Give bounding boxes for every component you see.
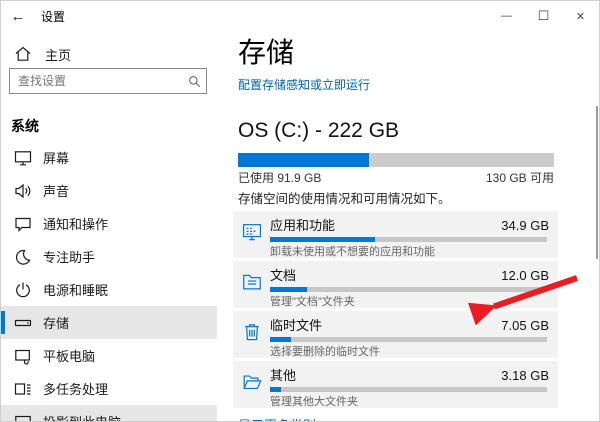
sidebar-item-display[interactable]: 屏幕: [1, 141, 217, 174]
category-size: 12.0 GB: [501, 268, 549, 283]
category-desc: 选择要删除的临时文件: [270, 346, 549, 359]
used-label: 已使用 91.9 GB: [238, 170, 321, 186]
project-icon: [13, 412, 33, 422]
category-bar-fill: [270, 337, 291, 342]
maximize-button[interactable]: ☐: [525, 1, 562, 31]
page-title: 存储: [238, 35, 599, 71]
multitask-icon: [13, 379, 33, 399]
category-row-temp-files[interactable]: 临时文件 7.05 GB 选择要删除的临时文件: [233, 311, 558, 358]
sidebar-item-label: 多任务处理: [43, 379, 108, 398]
sidebar-item-label: 存储: [43, 313, 69, 332]
sidebar: 主页 系统 屏幕 声音: [1, 31, 217, 421]
drive-usage-bar: [238, 153, 554, 167]
category-list: 应用和功能 34.9 GB 卸载未使用或不想要的应用和功能 文档 12.0 GB: [233, 211, 558, 408]
documents-folder-icon: [241, 271, 263, 293]
minimize-button[interactable]: —: [488, 1, 525, 31]
drive-usage-fill: [238, 153, 369, 167]
category-bar: [270, 337, 547, 342]
sidebar-item-multitasking[interactable]: 多任务处理: [1, 372, 217, 405]
search-icon[interactable]: [182, 74, 206, 89]
sidebar-item-sound[interactable]: 声音: [1, 174, 217, 207]
settings-window: ← 设置 — ☐ ✕ 主页 系统: [0, 0, 600, 422]
category-bar: [270, 237, 547, 242]
back-button[interactable]: ←: [1, 1, 35, 31]
category-bar-fill: [270, 237, 375, 242]
sidebar-item-label: 专注助手: [43, 247, 95, 266]
category-bar-fill: [270, 287, 307, 292]
display-icon: [13, 148, 33, 168]
open-folder-icon: [241, 371, 263, 393]
vertical-scrollbar[interactable]: [596, 106, 598, 259]
drive-title: OS (C:) - 222 GB: [238, 118, 599, 144]
usage-description: 存储空间的使用情况和可用情况如下。: [238, 191, 599, 207]
category-name: 其他: [270, 368, 296, 383]
category-bar-fill: [270, 387, 281, 392]
sidebar-item-storage[interactable]: 存储: [1, 306, 217, 339]
notifications-icon: [13, 214, 33, 234]
caption-buttons: — ☐ ✕: [488, 1, 599, 31]
sidebar-item-label: 电源和睡眠: [43, 280, 108, 299]
drive-usage-labels: 已使用 91.9 GB 130 GB 可用: [238, 170, 554, 186]
category-desc: 卸载未使用或不想要的应用和功能: [270, 246, 549, 259]
category-size: 34.9 GB: [501, 218, 549, 233]
tablet-icon: [13, 346, 33, 366]
sidebar-item-label: 通知和操作: [43, 214, 108, 233]
search-box: [9, 68, 207, 94]
close-button[interactable]: ✕: [562, 1, 599, 31]
sidebar-nav: 屏幕 声音 通知和操作 专注助手: [1, 141, 217, 422]
category-row-other[interactable]: 其他 3.18 GB 管理其他大文件夹: [233, 361, 558, 408]
sidebar-section-system: 系统: [11, 116, 39, 136]
sidebar-item-label: 声音: [43, 181, 69, 200]
back-arrow-icon: ←: [11, 8, 26, 25]
sound-icon: [13, 181, 33, 201]
sidebar-item-focus-assist[interactable]: 专注助手: [1, 240, 217, 273]
sidebar-item-home[interactable]: 主页: [1, 39, 217, 69]
sidebar-item-label: 投影到此电脑: [43, 412, 121, 422]
minimize-icon: —: [501, 10, 512, 22]
free-label: 130 GB 可用: [486, 170, 554, 186]
category-bar: [270, 387, 547, 392]
category-bar: [270, 287, 547, 292]
sidebar-item-power-sleep[interactable]: 电源和睡眠: [1, 273, 217, 306]
sidebar-item-notifications[interactable]: 通知和操作: [1, 207, 217, 240]
category-name: 临时文件: [270, 318, 322, 333]
category-desc: 管理"文档"文件夹: [270, 296, 549, 309]
category-row-apps[interactable]: 应用和功能 34.9 GB 卸载未使用或不想要的应用和功能: [233, 211, 558, 258]
sidebar-item-label: 主页: [45, 45, 71, 64]
storage-sense-link[interactable]: 配置存储感知或立即运行: [238, 77, 370, 93]
maximize-icon: ☐: [538, 8, 550, 24]
search-input[interactable]: [10, 74, 182, 88]
category-row-documents[interactable]: 文档 12.0 GB 管理"文档"文件夹: [233, 261, 558, 308]
sidebar-item-tablet[interactable]: 平板电脑: [1, 339, 217, 372]
titlebar: ← 设置 — ☐ ✕: [1, 1, 599, 31]
window-title: 设置: [41, 8, 65, 25]
power-icon: [13, 280, 33, 300]
category-desc: 管理其他大文件夹: [270, 396, 549, 409]
apps-icon: [241, 221, 263, 243]
main-content: 存储 配置存储感知或立即运行 OS (C:) - 222 GB 已使用 91.9…: [217, 31, 599, 421]
sidebar-item-label: 平板电脑: [43, 346, 95, 365]
category-size: 3.18 GB: [501, 368, 549, 383]
show-more-categories-link[interactable]: 显示更多类别: [238, 415, 316, 422]
trash-icon: [241, 321, 263, 343]
moon-icon: [13, 247, 33, 267]
close-icon: ✕: [576, 10, 585, 23]
sidebar-item-projecting[interactable]: 投影到此电脑: [1, 405, 217, 422]
storage-drive-icon: [13, 313, 33, 333]
category-name: 应用和功能: [270, 218, 335, 233]
sidebar-item-label: 屏幕: [43, 148, 69, 167]
category-size: 7.05 GB: [501, 318, 549, 333]
category-name: 文档: [270, 268, 296, 283]
home-icon: [13, 44, 33, 64]
